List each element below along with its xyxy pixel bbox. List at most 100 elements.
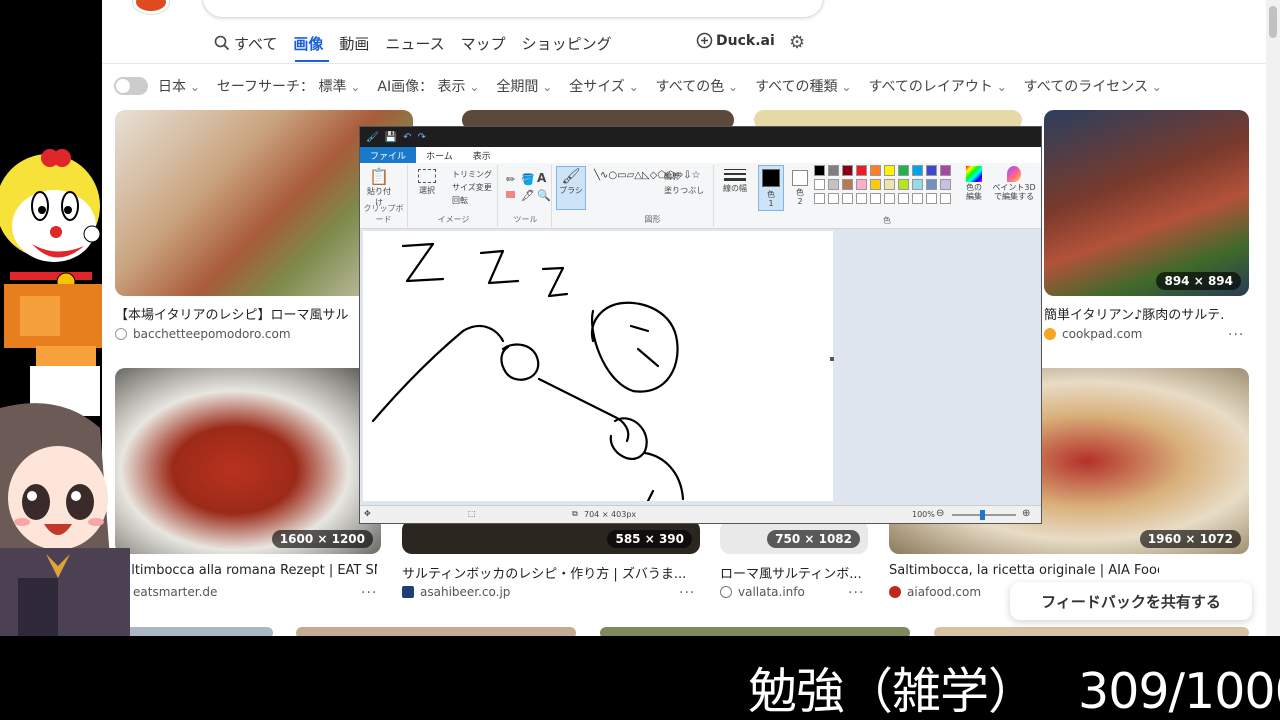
- filter-license[interactable]: すべてのライセンス: [1024, 76, 1162, 96]
- color-swatch[interactable]: [828, 193, 839, 204]
- tab-shopping[interactable]: ショッピング: [522, 33, 612, 54]
- filter-size[interactable]: 全サイズ: [569, 76, 638, 96]
- color-swatch[interactable]: [814, 179, 825, 190]
- zoom-in-icon[interactable]: ⊕: [1022, 508, 1030, 519]
- color-swatch[interactable]: [898, 193, 909, 204]
- trim-button[interactable]: トリミング: [452, 169, 492, 180]
- tab-maps[interactable]: マップ: [461, 33, 506, 54]
- color-swatch[interactable]: [912, 193, 923, 204]
- color-swatch[interactable]: [884, 193, 895, 204]
- image-caption[interactable]: 【本場イタリアのレシピ】ローマ風サル: [115, 304, 363, 323]
- shapes-gallery[interactable]: ╲∿○▭▱△◺◇⬠⬡⇨⇩☆: [594, 169, 700, 209]
- image-source[interactable]: vallata.info: [720, 585, 805, 599]
- region-toggle[interactable]: [114, 77, 148, 95]
- color-swatch[interactable]: [856, 179, 867, 190]
- tab-view[interactable]: 表示: [463, 147, 501, 163]
- image-result[interactable]: 894 × 894: [1044, 110, 1249, 296]
- tab-images[interactable]: 画像: [293, 33, 323, 54]
- color-swatch[interactable]: [940, 193, 951, 204]
- filter-safesearch[interactable]: セーフサーチ： 標準: [217, 76, 361, 96]
- picker-icon[interactable]: 🖋: [521, 189, 535, 202]
- paint3d-button[interactable]: ペイント3D で編集する: [990, 165, 1038, 201]
- color-swatch[interactable]: [870, 179, 881, 190]
- image-result[interactable]: [296, 627, 576, 636]
- magnifier-icon[interactable]: 🔍: [537, 189, 551, 202]
- zoom-slider[interactable]: [952, 510, 1016, 520]
- tab-all[interactable]: すべて: [214, 33, 277, 54]
- scrollbar-thumb[interactable]: [1269, 6, 1277, 38]
- color-swatch[interactable]: [856, 193, 867, 204]
- text-icon[interactable]: A: [537, 171, 546, 185]
- duckduckgo-logo[interactable]: [133, 0, 169, 14]
- pencil-icon[interactable]: ✏: [506, 173, 515, 186]
- color-swatch[interactable]: [926, 165, 937, 176]
- color-swatch[interactable]: [814, 165, 825, 176]
- select-button[interactable]: 選択: [418, 169, 436, 196]
- color-swatch[interactable]: [912, 165, 923, 176]
- eraser-icon[interactable]: [506, 191, 515, 198]
- filter-region[interactable]: 日本: [158, 76, 200, 96]
- color-swatch[interactable]: [828, 165, 839, 176]
- more-options-icon[interactable]: ···: [1228, 327, 1244, 343]
- paint-canvas[interactable]: [363, 231, 833, 501]
- duck-ai-button[interactable]: Duck.ai: [696, 32, 775, 49]
- fill-button[interactable]: 塗りつぶし: [664, 185, 704, 196]
- color-swatch[interactable]: [940, 165, 951, 176]
- color-swatch[interactable]: [856, 165, 867, 176]
- search-input[interactable]: [202, 0, 824, 18]
- image-result[interactable]: 750 × 1082: [720, 520, 868, 554]
- undo-icon[interactable]: ↶: [403, 132, 411, 143]
- color-swatch[interactable]: [870, 193, 881, 204]
- color-swatch[interactable]: [870, 165, 881, 176]
- color-swatch[interactable]: [884, 165, 895, 176]
- filter-layout[interactable]: すべてのレイアウト: [868, 76, 1006, 96]
- save-icon[interactable]: 💾: [385, 132, 397, 143]
- tab-videos[interactable]: 動画: [339, 33, 369, 54]
- filter-ai-images[interactable]: AI画像： 表示: [377, 76, 479, 96]
- filter-color[interactable]: すべての色: [656, 76, 738, 96]
- image-caption[interactable]: Saltimbocca, la ricetta originale | AIA …: [889, 563, 1159, 578]
- scrollbar[interactable]: [1266, 0, 1280, 636]
- color-swatch[interactable]: [926, 179, 937, 190]
- filter-time[interactable]: 全期間: [496, 76, 552, 96]
- image-source[interactable]: cookpad.com: [1044, 327, 1142, 341]
- color-swatch[interactable]: [940, 179, 951, 190]
- gear-icon[interactable]: ⚙: [789, 32, 805, 53]
- image-caption[interactable]: Saltimbocca alla romana Rezept | EAT SM.…: [115, 563, 377, 578]
- color-swatch[interactable]: [926, 193, 937, 204]
- color-swatch[interactable]: [912, 179, 923, 190]
- resize-button[interactable]: サイズ変更: [452, 182, 492, 193]
- color-swatch[interactable]: [842, 165, 853, 176]
- image-source[interactable]: asahibeer.co.jp: [402, 585, 510, 599]
- color2-button[interactable]: 色 2: [788, 165, 812, 211]
- color-swatch[interactable]: [814, 193, 825, 204]
- color-swatch[interactable]: [842, 179, 853, 190]
- image-result[interactable]: 585 × 390: [402, 520, 700, 554]
- redo-icon[interactable]: ↷: [418, 132, 426, 143]
- color-swatch[interactable]: [884, 179, 895, 190]
- color-swatch[interactable]: [828, 179, 839, 190]
- color-swatch[interactable]: [898, 165, 909, 176]
- image-source[interactable]: bacchetteepomodoro.com: [115, 327, 291, 341]
- canvas-resize-handle[interactable]: [830, 357, 834, 361]
- tab-home[interactable]: ホーム: [416, 147, 463, 163]
- brush-button[interactable]: 🖌 ブラシ: [556, 166, 586, 210]
- zoom-slider-thumb[interactable]: [980, 510, 985, 520]
- feedback-button[interactable]: フィードバックを共有する: [1010, 582, 1252, 620]
- size-button[interactable]: 線の幅: [720, 167, 750, 194]
- image-caption[interactable]: 簡単イタリアン♪豚肉のサルテ...: [1044, 304, 1224, 323]
- color-swatch[interactable]: [842, 193, 853, 204]
- rotate-button[interactable]: 回転: [452, 195, 468, 206]
- tab-news[interactable]: ニュース: [385, 33, 444, 54]
- filter-type[interactable]: すべての種類: [755, 76, 851, 96]
- image-caption[interactable]: サルティンボッカのレシピ・作り方 | ズバうま...: [402, 563, 700, 582]
- more-options-icon[interactable]: ···: [848, 585, 864, 601]
- color1-button[interactable]: 色 1: [758, 165, 784, 211]
- image-result[interactable]: 1600 × 1200: [115, 368, 381, 554]
- image-source[interactable]: aiafood.com: [889, 585, 981, 599]
- more-options-icon[interactable]: ···: [361, 585, 377, 601]
- tab-file[interactable]: ファイル: [360, 147, 417, 163]
- image-result[interactable]: [600, 627, 910, 636]
- zoom-out-icon[interactable]: ⊖: [936, 508, 944, 519]
- fill-icon[interactable]: 🪣: [521, 173, 535, 186]
